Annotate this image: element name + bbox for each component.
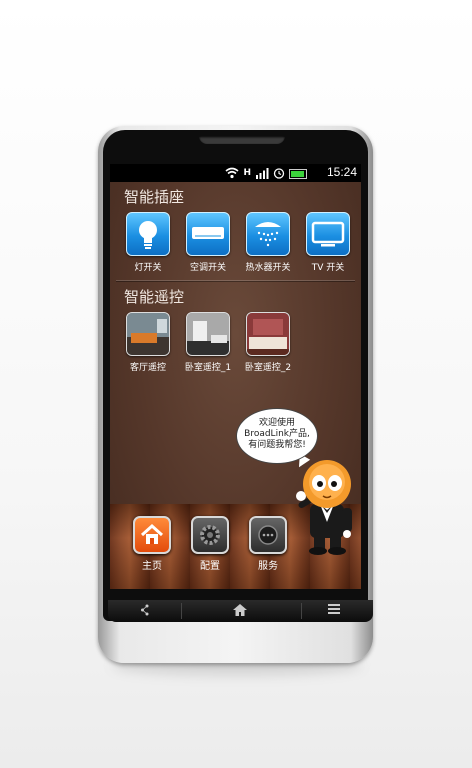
wifi-icon <box>225 167 239 179</box>
tile-label: 热水器开关 <box>245 263 291 273</box>
bubble-line-1: 欢迎使用 <box>258 418 295 428</box>
tile-bedroom-remote-1[interactable]: 卧室遥控_1 <box>184 312 232 373</box>
gear-icon <box>191 516 229 554</box>
tile-bedroom-remote-2[interactable]: 卧室遥控_2 <box>244 312 292 373</box>
key-divider <box>301 603 302 619</box>
network-h-icon: H <box>243 168 251 178</box>
section-divider <box>116 280 355 281</box>
nav-label: 服务 <box>258 561 278 572</box>
tile-label: 卧室遥控_1 <box>184 363 232 373</box>
nav-label: 主页 <box>142 561 162 572</box>
chat-icon <box>249 516 287 554</box>
home-icon <box>133 516 171 554</box>
section-title-smart-socket: 智能插座 <box>124 188 185 206</box>
bedroom-photo-1 <box>186 312 230 356</box>
status-time: 15:24 <box>326 165 357 179</box>
air-conditioner-icon <box>186 212 230 256</box>
signal-icon <box>256 168 269 179</box>
section-title-smart-remote: 智能遥控 <box>124 288 185 306</box>
nav-home[interactable]: 主页 <box>132 516 172 572</box>
tile-light-switch[interactable]: 灯开关 <box>124 212 172 273</box>
key-divider <box>181 603 182 619</box>
tile-living-room-remote[interactable]: 客厅遥控 <box>124 312 172 373</box>
home-icon[interactable] <box>232 603 248 617</box>
nav-service[interactable]: 服务 <box>248 516 288 572</box>
tile-label: TV 开关 <box>311 263 345 273</box>
earpiece-speaker <box>199 136 285 144</box>
tv-icon <box>306 212 350 256</box>
bedroom-photo-2 <box>246 312 290 356</box>
tile-label: 空调开关 <box>189 263 226 273</box>
alarm-icon <box>273 168 285 179</box>
tile-air-conditioner-switch[interactable]: 空调开关 <box>184 212 232 273</box>
battery-icon <box>289 168 307 179</box>
hardware-key-bar <box>108 600 373 622</box>
bubble-line-2: BroadLink产品, <box>244 429 310 439</box>
mascot-butler[interactable] <box>296 456 361 556</box>
shower-icon <box>246 212 290 256</box>
lightbulb-icon <box>126 212 170 256</box>
bubble-line-3: 有问题我帮您! <box>248 440 306 450</box>
app-screen: H 15:24 智能插座 灯开关 空调开关 热水器开关 TV 开关 智能遥控 客… <box>110 164 361 589</box>
status-icons: H <box>225 166 307 180</box>
menu-icon[interactable] <box>328 603 340 615</box>
tile-water-heater-switch[interactable]: 热水器开关 <box>244 212 292 273</box>
tile-label: 卧室遥控_2 <box>244 363 292 373</box>
status-bar: H 15:24 <box>110 164 361 182</box>
nav-config[interactable]: 配置 <box>190 516 230 572</box>
share-icon[interactable] <box>140 603 150 617</box>
tile-label: 客厅遥控 <box>129 363 166 373</box>
tile-tv-switch[interactable]: TV 开关 <box>304 212 352 273</box>
phone-frame: H 15:24 智能插座 灯开关 空调开关 热水器开关 TV 开关 智能遥控 客… <box>98 126 373 663</box>
tile-label: 灯开关 <box>134 263 162 273</box>
nav-label: 配置 <box>200 561 220 572</box>
phone-face: H 15:24 智能插座 灯开关 空调开关 热水器开关 TV 开关 智能遥控 客… <box>103 130 373 622</box>
living-room-photo <box>126 312 170 356</box>
